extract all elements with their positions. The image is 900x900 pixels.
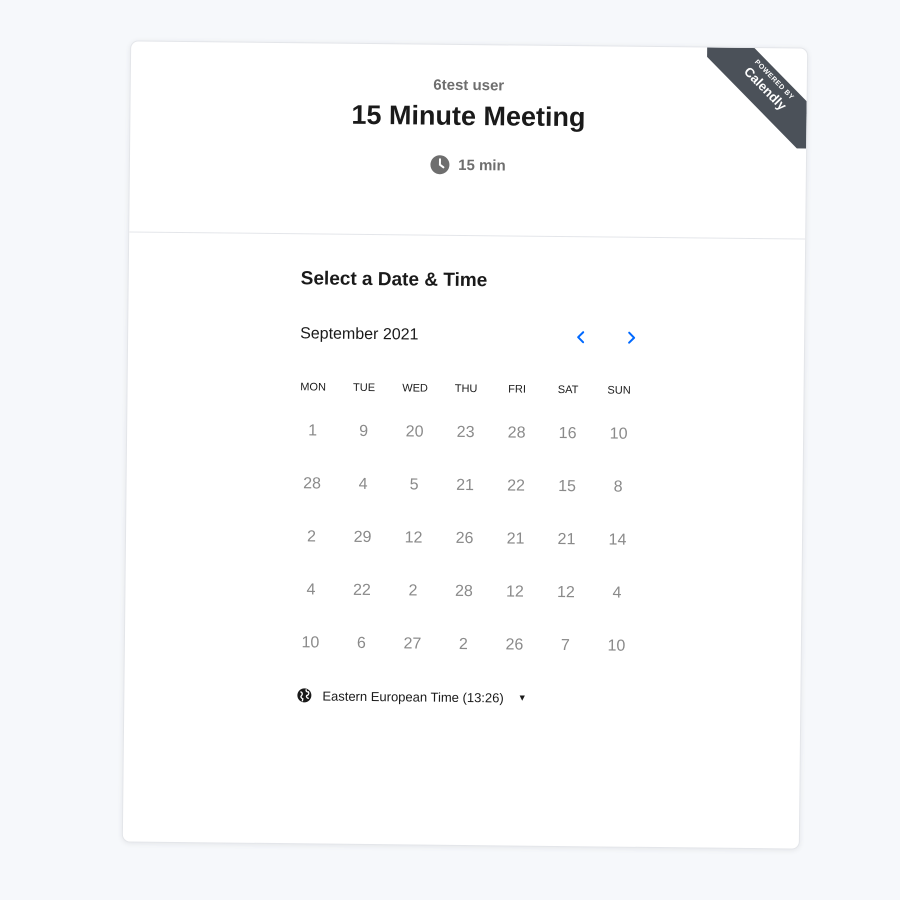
calendar-day: 4 [612, 584, 622, 602]
calendar-day: 9 [359, 422, 369, 440]
calendar-day: 4 [358, 475, 368, 493]
calendar-day: 10 [609, 425, 628, 443]
calendar-day: 20 [405, 422, 424, 441]
section-title: Select a Date & Time [300, 268, 488, 292]
calendar-day: 22 [352, 581, 371, 599]
calendar-day: 10 [607, 637, 626, 655]
prev-month-button[interactable] [568, 325, 594, 351]
calendar-day: 28 [303, 474, 322, 492]
calendar-day: 16 [558, 424, 577, 442]
weekday-header: WED [402, 382, 428, 395]
calendar-day: 2 [408, 581, 418, 600]
calendar-day: 27 [403, 634, 422, 653]
calendar-day: 6 [356, 634, 366, 652]
calendar-day: 8 [613, 478, 623, 496]
calendar-day: 2 [306, 527, 317, 545]
calendar-day: 12 [556, 583, 575, 601]
calendar-day: 12 [404, 528, 423, 547]
calendar-day: 2 [458, 635, 468, 653]
calendar-day: 28 [507, 423, 526, 442]
calendar-day: 5 [409, 475, 419, 494]
clock-icon [430, 155, 450, 175]
calendar-day: 21 [456, 476, 475, 494]
host-name: 6test user [433, 76, 505, 95]
calendar-day: 22 [507, 476, 526, 495]
calendar-day: 12 [505, 582, 524, 601]
ribbon-banner[interactable]: POWERED BY Calendly [706, 47, 808, 149]
calendar-day: 7 [560, 636, 570, 654]
weekday-header: THU [454, 382, 478, 396]
timezone-label: Eastern European Time (13:26) [322, 688, 504, 705]
chevron-right-icon [625, 327, 637, 350]
calendar-day: 21 [506, 529, 525, 548]
powered-by-ribbon[interactable]: POWERED BY Calendly [706, 47, 808, 149]
calendar-day: 21 [557, 530, 576, 548]
weekday-header: SAT [557, 383, 579, 397]
calendar-day: 26 [505, 635, 524, 654]
calendar-day: 1 [308, 421, 318, 439]
event-header: 6test user 15 Minute Meeting 15 min POWE… [129, 41, 808, 240]
weekday-header: FRI [508, 383, 527, 396]
calendar-day: 15 [558, 477, 577, 495]
month-label: September 2021 [300, 325, 419, 344]
calendar-day: 29 [353, 528, 372, 546]
globe-icon [296, 687, 312, 703]
weekday-header: TUE [353, 381, 376, 395]
event-title: 15 Minute Meeting [351, 99, 586, 133]
timezone-name: Eastern European Time [322, 688, 460, 705]
calendar-day: 23 [456, 423, 475, 441]
timezone-selector[interactable]: Eastern European Time (13:26) ▼ [296, 687, 527, 705]
calendar-day: 4 [306, 580, 316, 598]
calendar-day: 26 [455, 529, 474, 547]
calendar-day: 14 [608, 531, 627, 549]
duration-label: 15 min [458, 156, 506, 174]
event-duration: 15 min [130, 151, 806, 178]
scheduler-body: Select a Date & Time September 2021 MON … [123, 232, 805, 848]
weekday-header: SUN [607, 384, 631, 397]
calendar-day: 10 [301, 633, 320, 651]
caret-down-icon: ▼ [517, 692, 527, 703]
booking-card: 6test user 15 Minute Meeting 15 min POWE… [121, 40, 809, 850]
calendar-day: 28 [454, 582, 473, 600]
timezone-time: (13:26) [462, 689, 504, 705]
calendar-grid: MON TUE WED THU FRI SAT SUN 1 9 20 23 28… [285, 370, 648, 673]
next-month-button[interactable] [618, 326, 644, 352]
chevron-left-icon [575, 327, 587, 350]
weekday-header: MON [300, 381, 326, 394]
